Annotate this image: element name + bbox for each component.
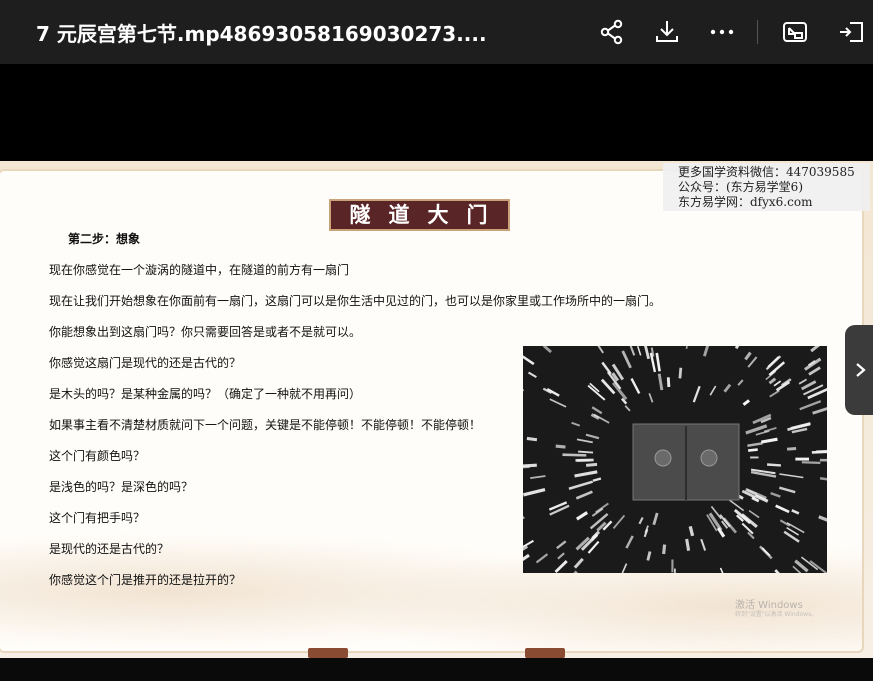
text-line: 这个门有颜色吗？ <box>49 449 146 463</box>
text-line: 是浅色的吗？是深色的吗？ <box>49 480 194 494</box>
text-line: 是木头的吗？是某种金属的吗？（确定了一种就不用再问） <box>49 387 362 401</box>
text-line: 是现代的还是古代的？ <box>49 542 170 556</box>
watermark-line: 更多国学资料微信：447039585 <box>678 165 855 179</box>
tunnel-door-image <box>523 346 827 573</box>
title-bar: 7 元辰宫第七节.mp48693058169030273.... <box>0 0 873 64</box>
picture-in-picture-icon[interactable] <box>779 16 811 48</box>
next-slide-button[interactable] <box>845 325 873 415</box>
download-icon[interactable] <box>651 16 683 48</box>
text-line: 你感觉这个门是推开的还是拉开的？ <box>49 573 242 587</box>
toolbar-divider <box>757 20 758 44</box>
watermark-line: 东方易学网：dfyx6.com <box>678 195 813 209</box>
bottom-bar <box>0 658 873 681</box>
slide-title: 隧道大门 <box>329 199 510 231</box>
watermark-line: 公众号：(东方易学堂6) <box>678 180 803 194</box>
watermark-box: 更多国学资料微信：447039585 公众号：(东方易学堂6) 东方易学网：df… <box>663 163 870 211</box>
bottom-ornament <box>525 648 565 658</box>
bottom-ornament <box>308 648 348 658</box>
video-title: 7 元辰宫第七节.mp48693058169030273.... <box>36 22 487 46</box>
door-knocker <box>700 449 718 467</box>
exit-icon[interactable] <box>836 16 868 48</box>
text-line: 如果事主看不清楚材质就问下一个问题，关键是不能停顿！不能停顿！不能停顿！ <box>49 418 482 432</box>
chevron-right-icon <box>856 363 866 377</box>
text-line: 你能想象出到这扇门吗？你只需要回答是或者不是就可以。 <box>49 325 362 339</box>
slide-subtitle: 第二步：想象 <box>68 232 141 246</box>
text-line: 这个门有把手吗？ <box>49 511 146 525</box>
more-icon[interactable] <box>706 16 738 48</box>
door-knocker <box>654 449 672 467</box>
share-icon[interactable] <box>596 16 628 48</box>
activate-windows-subtext: 转到"设置"以激活 Windows。 <box>735 611 818 618</box>
text-line: 现在你感觉在一个漩涡的隧道中，在隧道的前方有一扇门 <box>49 263 350 277</box>
text-line: 你感觉这扇门是现代的还是古代的？ <box>49 356 242 370</box>
text-line: 现在让我们开始想象在你面前有一扇门，这扇门可以是你生活中见过的门，也可以是你家里… <box>49 294 662 308</box>
